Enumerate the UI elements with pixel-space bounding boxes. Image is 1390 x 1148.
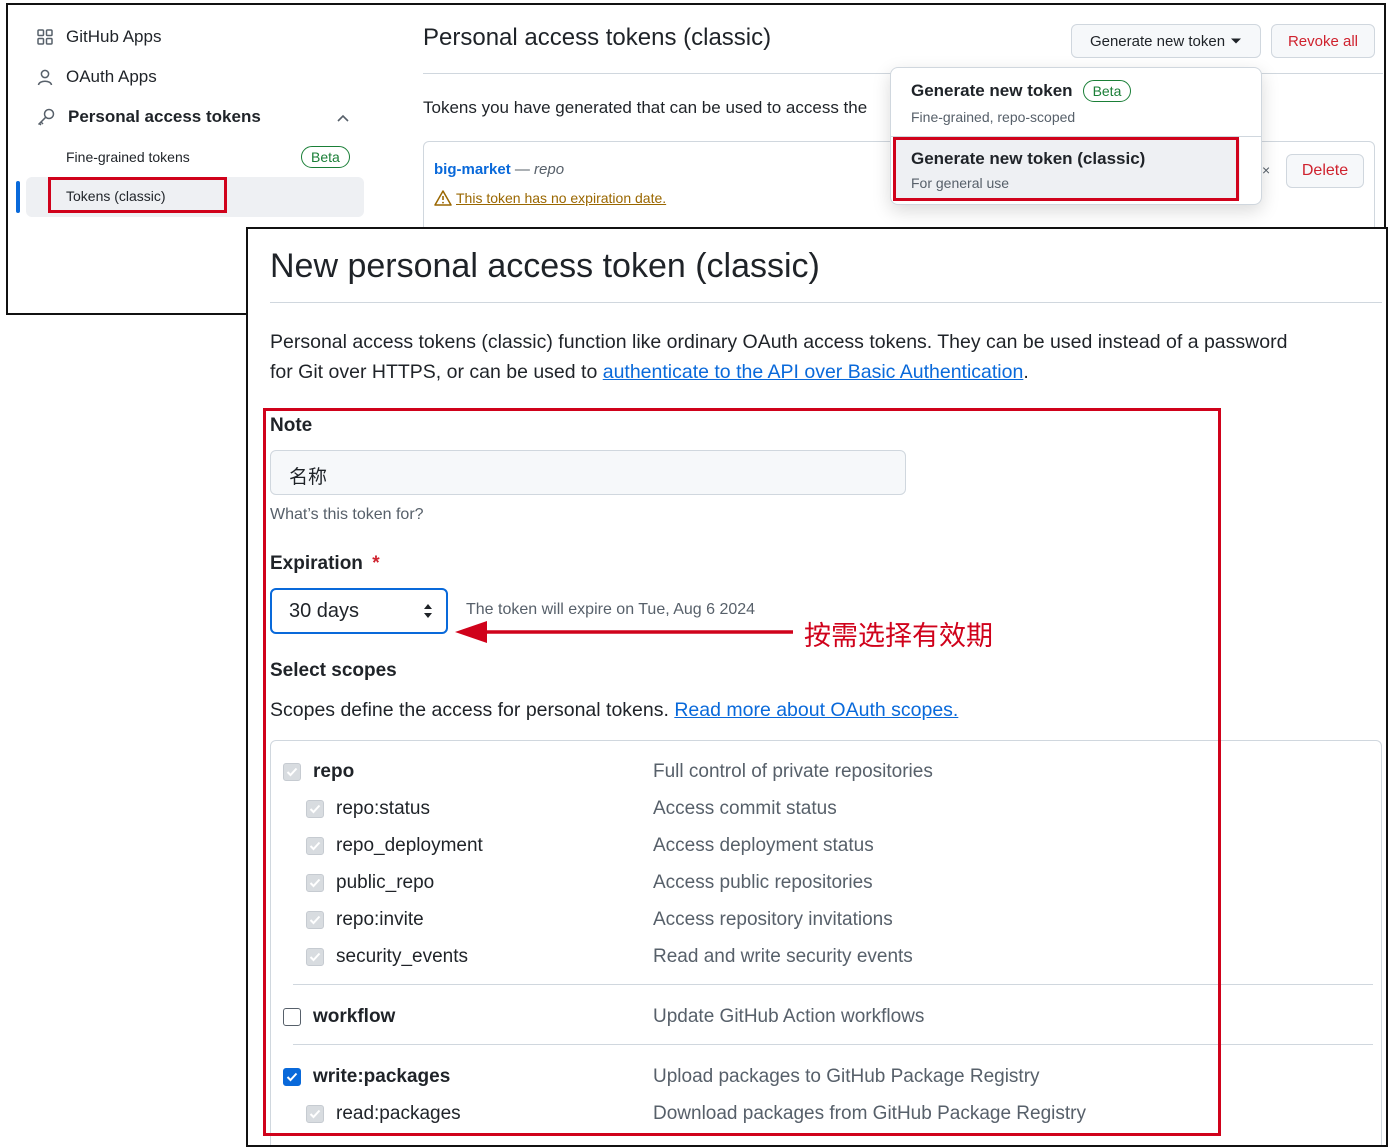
warning-text[interactable]: This token has no expiration date. [456, 190, 666, 206]
sidebar-item-label: OAuth Apps [66, 67, 157, 86]
button-label: Delete [1301, 162, 1349, 179]
menu-item-subtitle: Fine-grained, repo-scoped [911, 109, 1076, 125]
chevron-up-icon[interactable] [336, 113, 350, 123]
basic-auth-link[interactable]: authenticate to the API over Basic Authe… [603, 361, 1024, 383]
button-label: Revoke all [1287, 32, 1359, 50]
divider [270, 302, 1382, 303]
form-title: New personal access token (classic) [270, 247, 820, 285]
sidebar-item-github-apps[interactable]: GitHub Apps [36, 27, 161, 47]
highlight-box-form [263, 408, 1221, 1136]
close-glyph: × [1262, 162, 1271, 178]
sidebar-item-oauth-apps[interactable]: OAuth Apps [36, 67, 157, 87]
highlight-box-generate-classic [893, 137, 1239, 201]
token-scope: repo [534, 161, 565, 178]
form-description-line2: for Git over HTTPS, or can be used to au… [270, 361, 1029, 384]
form-description-line1: Personal access tokens (classic) functio… [270, 331, 1288, 353]
active-indicator [16, 181, 20, 213]
menu-item-generate-fine-grained[interactable]: Generate new token Beta [911, 80, 1132, 102]
beta-badge: Beta [1082, 80, 1132, 102]
generate-new-token-button[interactable]: Generate new token [1071, 24, 1261, 58]
menu-item-title: Generate new token [911, 81, 1073, 100]
sidebar-item-label: GitHub Apps [66, 27, 162, 46]
token-title: big-market — repo [434, 161, 564, 178]
token-warning: This token has no expiration date. [434, 190, 666, 206]
sidebar-item-fine-grained-tokens[interactable]: Fine-grained tokens [66, 149, 190, 165]
highlight-box-tokens-classic [48, 177, 227, 213]
description-text: for Git over HTTPS, or can be used to [270, 361, 603, 383]
revoke-all-button[interactable]: Revoke all [1271, 24, 1375, 58]
button-label: Generate new token [1089, 32, 1226, 50]
sidebar-item-personal-access-tokens[interactable]: Personal access tokens [36, 107, 261, 127]
token-name-link[interactable]: big-market [434, 161, 511, 178]
person-icon [37, 69, 53, 86]
delete-token-button[interactable]: Delete [1286, 154, 1364, 188]
sidebar-item-label: Fine-grained tokens [66, 149, 190, 165]
key-icon [37, 108, 55, 126]
separator: — [510, 161, 535, 178]
sidebar-item-label: Personal access tokens [68, 107, 261, 126]
new-token-form-screenshot: New personal access token (classic) Pers… [246, 227, 1388, 1147]
alert-icon [434, 190, 452, 206]
description-text: . [1023, 361, 1029, 383]
apps-grid-icon [37, 29, 53, 45]
tokens-intro-text: Tokens you have generated that can be us… [423, 98, 868, 117]
beta-badge: Beta [301, 146, 350, 168]
page-title: Personal access tokens (classic) [423, 24, 772, 51]
caret-down-icon [1231, 38, 1242, 44]
